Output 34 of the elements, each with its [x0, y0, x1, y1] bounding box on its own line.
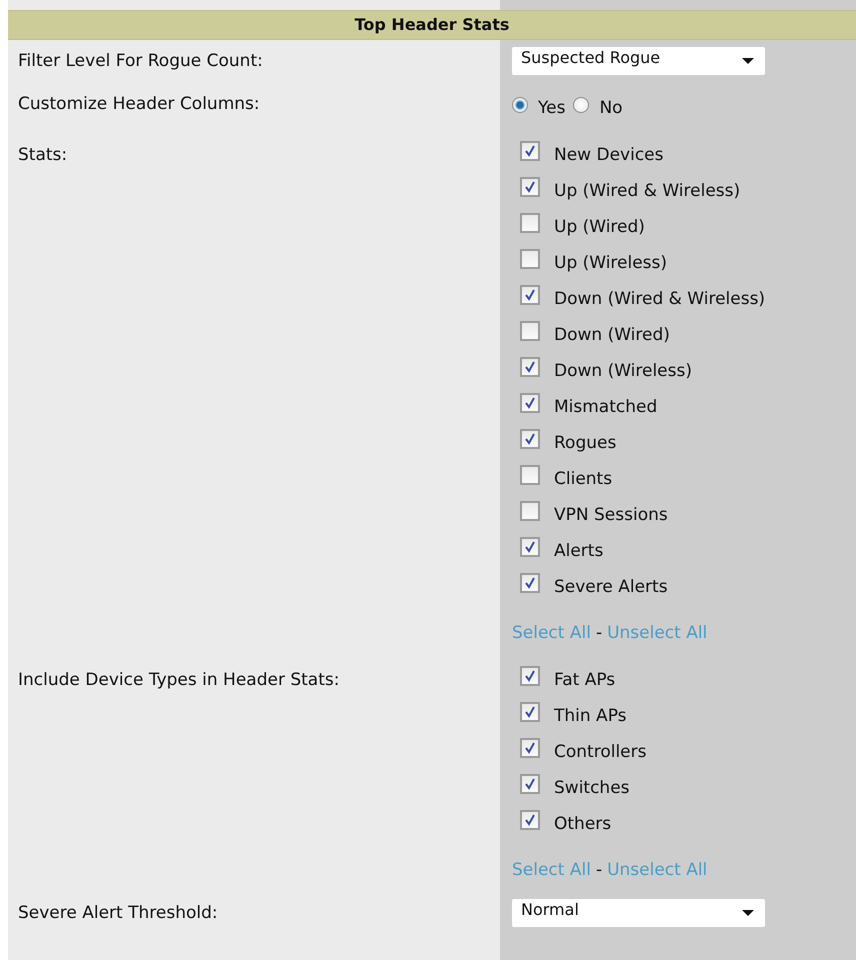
- field-label: Severe Alert Threshold:: [18, 902, 219, 925]
- checkbox-label: Alerts: [554, 540, 604, 563]
- dropdown[interactable]: Normal: [512, 899, 765, 927]
- field-label: Stats:: [18, 144, 68, 167]
- text-link[interactable]: Select All: [512, 856, 591, 884]
- checkbox-label: Thin APs: [554, 705, 626, 728]
- text-link[interactable]: Select All: [512, 619, 591, 647]
- radio-label: No: [599, 98, 623, 118]
- checkbox-label: Controllers: [554, 741, 646, 764]
- checkbox-label: Severe Alerts: [554, 576, 668, 599]
- checkbox-label: VPN Sessions: [554, 504, 668, 527]
- section-title: Top Header Stats: [8, 10, 856, 40]
- checkbox-label: Others: [554, 813, 612, 836]
- checkbox-label: New Devices: [554, 144, 664, 167]
- text-link[interactable]: Unselect All: [607, 856, 708, 884]
- checkbox-label: Down (Wireless): [554, 360, 692, 383]
- checkbox-label: Up (Wired): [554, 216, 645, 239]
- checkbox-label: Up (Wireless): [554, 252, 668, 275]
- field-label: Customize Header Columns:: [18, 93, 261, 116]
- checkbox-label: Up (Wired & Wireless): [554, 180, 740, 203]
- checkbox-label: Switches: [554, 777, 630, 800]
- separator-text: -: [596, 622, 602, 645]
- separator-text: -: [596, 859, 602, 882]
- checkbox-label: Mismatched: [554, 396, 658, 419]
- checkbox-label: Down (Wired & Wireless): [554, 288, 766, 311]
- checkbox-label: Clients: [554, 468, 612, 491]
- checkbox-label: Fat APs: [554, 669, 616, 692]
- radio-label: Yes: [538, 98, 566, 118]
- dropdown[interactable]: Suspected Rogue: [512, 47, 765, 75]
- field-label: Filter Level For Rogue Count:: [18, 50, 264, 73]
- field-label: Include Device Types in Header Stats:: [18, 669, 340, 692]
- checkbox-label: Rogues: [554, 432, 616, 455]
- text-link[interactable]: Unselect All: [607, 619, 708, 647]
- checkbox-label: Down (Wired): [554, 324, 670, 347]
